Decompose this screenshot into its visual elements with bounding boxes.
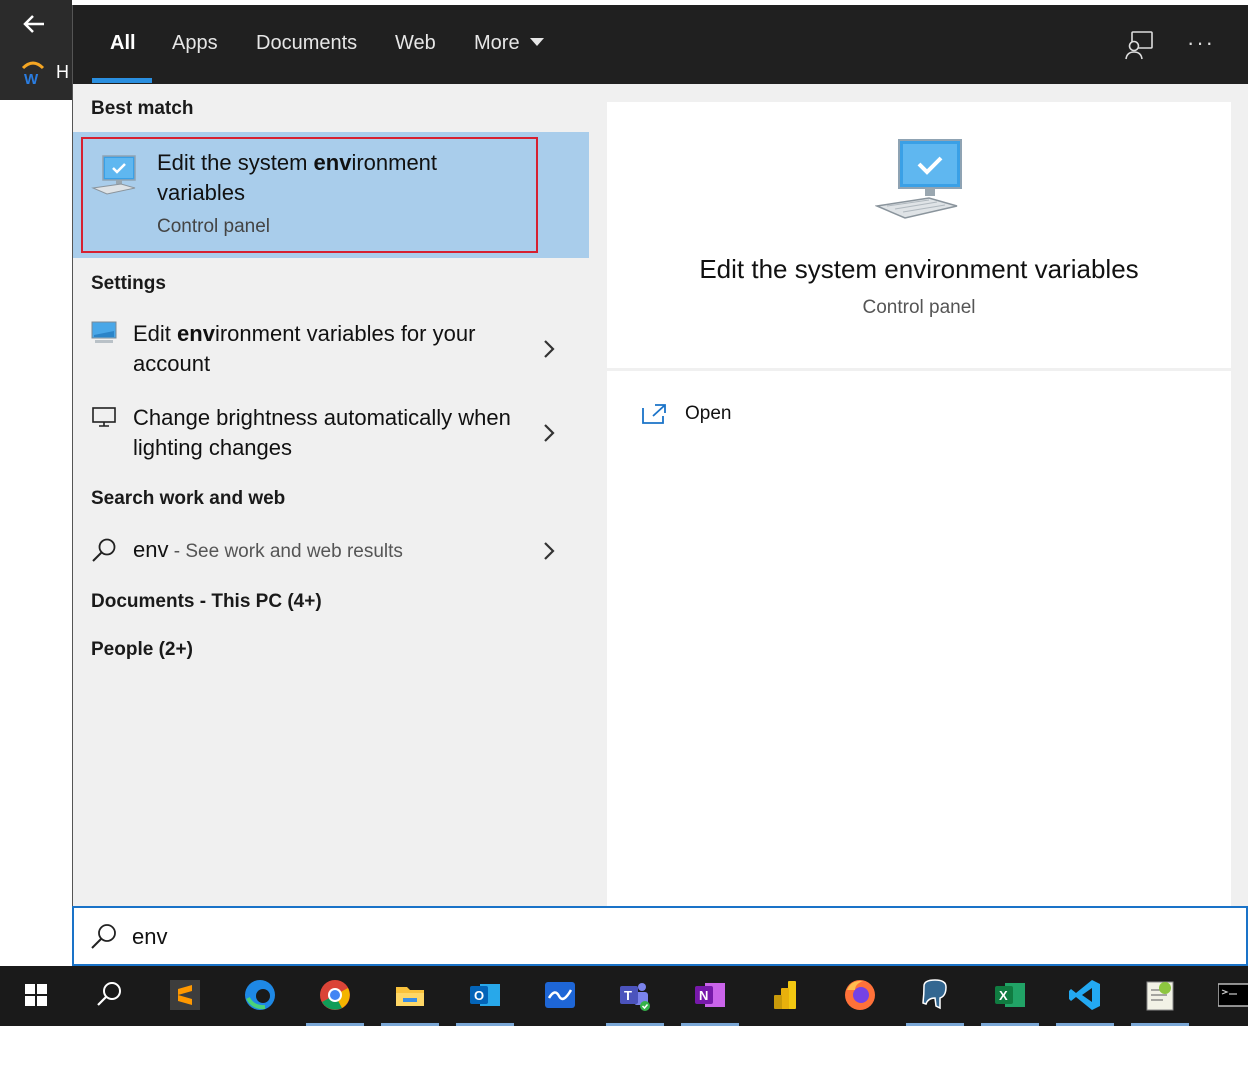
settings-item-title: Edit environment variables for your acco… — [133, 319, 513, 379]
svg-text:T: T — [624, 988, 632, 1003]
workday-logo-icon: W — [20, 60, 46, 88]
pgadmin-icon[interactable] — [904, 966, 966, 1026]
search-icon — [91, 537, 117, 563]
svg-text:X: X — [999, 988, 1008, 1003]
preview-header: Edit the system environment variables Co… — [607, 102, 1231, 368]
firefox-icon[interactable] — [829, 966, 891, 1026]
search-input[interactable] — [132, 920, 1212, 954]
taskbar: O T N X — [0, 966, 1248, 1026]
tab-apps[interactable]: Apps — [172, 32, 218, 62]
svg-text:N: N — [699, 988, 708, 1003]
notepad-plus-plus-icon[interactable] — [1129, 966, 1191, 1026]
sublime-text-icon[interactable] — [154, 966, 216, 1026]
background-app-label: H — [56, 62, 69, 82]
more-options-icon[interactable]: ··· — [1185, 31, 1217, 55]
title-text: Change brightness automatically when lig… — [133, 405, 511, 460]
open-external-icon — [641, 403, 667, 425]
tab-web[interactable]: Web — [395, 32, 436, 62]
preview-actions: Open — [607, 371, 1231, 906]
background-app-window: W H — [0, 0, 72, 100]
web-search-hint: - See work and web results — [168, 541, 403, 562]
title-text: Edit — [133, 321, 178, 346]
title-text: Edit the system — [157, 150, 314, 175]
teams-icon[interactable]: T — [604, 966, 666, 1026]
svg-text:O: O — [474, 988, 484, 1003]
running-indicator — [681, 1023, 739, 1026]
search-icon — [90, 922, 118, 950]
start-search-panel: All Apps Documents Web More ··· Best mat… — [72, 5, 1248, 966]
power-bi-icon[interactable] — [754, 966, 816, 1026]
tab-more[interactable]: More — [474, 32, 544, 62]
settings-item-edit-env-vars[interactable]: Edit environment variables for your acco… — [73, 315, 589, 395]
running-indicator — [381, 1023, 439, 1026]
search-box[interactable] — [72, 906, 1248, 966]
title-match-text: env — [313, 150, 352, 175]
running-indicator — [981, 1023, 1039, 1026]
web-search-header: Search work and web — [91, 488, 286, 509]
running-indicator — [456, 1023, 514, 1026]
command-prompt-icon[interactable] — [1204, 966, 1248, 1026]
people-header[interactable]: People (2+) — [91, 639, 193, 661]
whiteboard-icon[interactable] — [529, 966, 591, 1026]
documents-header[interactable]: Documents - This PC (4+) — [91, 591, 322, 613]
settings-header: Settings — [91, 273, 166, 294]
system-monitor-icon — [874, 138, 967, 222]
active-tab-indicator — [92, 78, 152, 83]
best-match-title: Edit the system environment variables — [157, 148, 497, 208]
chevron-right-icon — [541, 339, 557, 359]
open-action[interactable]: Open — [641, 401, 841, 433]
best-match-header: Best match — [91, 98, 194, 119]
onenote-icon[interactable]: N — [679, 966, 741, 1026]
tab-more-label: More — [474, 32, 520, 54]
feedback-icon[interactable] — [1123, 29, 1155, 61]
excel-icon[interactable]: X — [979, 966, 1041, 1026]
tab-documents[interactable]: Documents — [256, 32, 357, 62]
outlook-icon[interactable]: O — [454, 966, 516, 1026]
file-explorer-icon[interactable] — [379, 966, 441, 1026]
tab-all[interactable]: All — [110, 32, 136, 62]
chrome-icon[interactable] — [304, 966, 366, 1026]
caret-down-icon — [529, 37, 544, 46]
search-scope-bar: All Apps Documents Web More ··· — [73, 5, 1248, 84]
display-icon — [91, 406, 117, 428]
vscode-icon[interactable] — [1054, 966, 1116, 1026]
running-indicator — [906, 1023, 964, 1026]
chevron-right-icon — [541, 541, 557, 561]
svg-text:W: W — [24, 71, 39, 86]
settings-item-title: Change brightness automatically when lig… — [133, 403, 513, 463]
settings-item-brightness[interactable]: Change brightness automatically when lig… — [73, 399, 589, 479]
system-monitor-icon — [91, 154, 141, 196]
monitor-settings-icon — [91, 321, 117, 345]
running-indicator — [1131, 1023, 1189, 1026]
title-match-text: env — [177, 321, 215, 346]
best-match-subtitle: Control panel — [157, 216, 271, 237]
preview-subtitle: Control panel — [862, 297, 976, 318]
chevron-right-icon — [541, 423, 557, 443]
running-indicator — [606, 1023, 664, 1026]
running-indicator — [1056, 1023, 1114, 1026]
best-match-result[interactable]: Edit the system environment variables Co… — [73, 132, 589, 258]
web-search-text: env - See work and web results — [133, 535, 513, 567]
web-search-item[interactable]: env - See work and web results — [73, 531, 589, 573]
back-arrow-icon[interactable] — [20, 10, 48, 38]
taskbar-search-icon[interactable] — [78, 966, 140, 1026]
preview-title: Edit the system environment variables — [699, 254, 1139, 284]
web-search-query: env — [133, 537, 169, 562]
open-label: Open — [685, 403, 732, 424]
running-indicator — [306, 1023, 364, 1026]
windows-start-icon[interactable] — [5, 966, 67, 1026]
edge-icon[interactable] — [229, 966, 291, 1026]
